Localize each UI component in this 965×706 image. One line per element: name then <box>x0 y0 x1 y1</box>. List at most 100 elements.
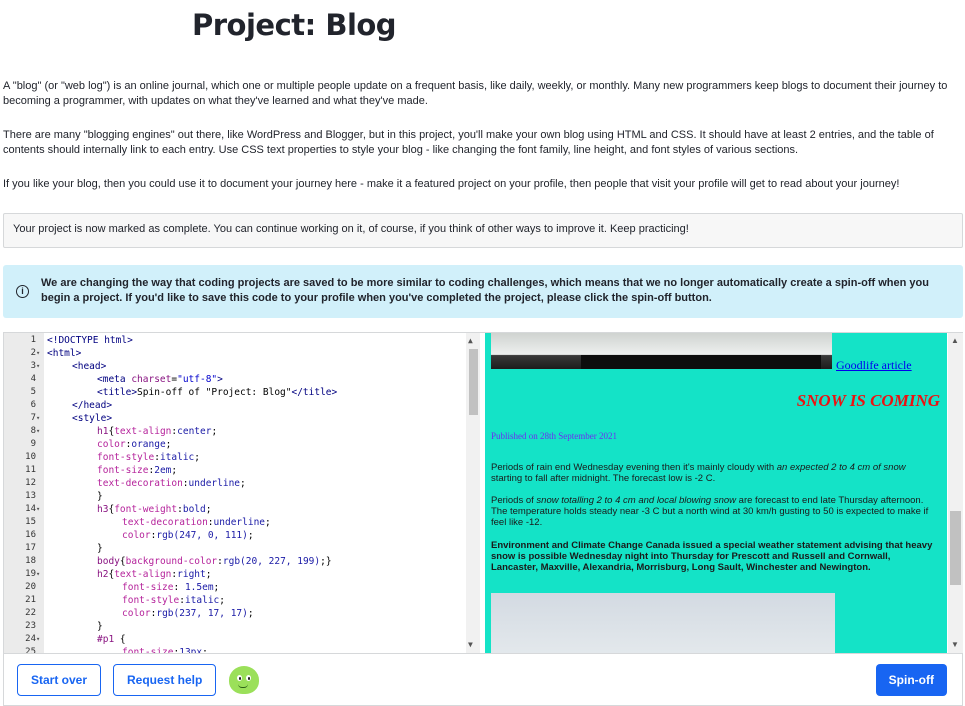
preview-scroll-thumb[interactable] <box>950 511 961 585</box>
code-text: text-decoration:underline; <box>122 517 271 528</box>
code-text: <html> <box>47 348 82 359</box>
editor-scrollbar[interactable]: ▲ ▼ <box>466 333 480 653</box>
fold-toggle-icon[interactable]: ▾ <box>36 360 44 373</box>
spin-off-button[interactable]: Spin-off <box>875 664 947 696</box>
code-line[interactable]: 16 color:rgb(247, 0, 111); <box>4 529 464 542</box>
code-line[interactable]: 10 font-style:italic; <box>4 451 464 464</box>
code-line[interactable]: 1 <!DOCTYPE html> <box>4 334 464 347</box>
code-text: <head> <box>72 361 107 372</box>
line-number: 4 <box>30 374 36 384</box>
intro-paragraph-2: There are many "blogging engines" out th… <box>3 129 934 156</box>
code-line[interactable]: 25 font-size:13px; <box>4 646 464 653</box>
code-text: font-style:italic; <box>97 452 200 463</box>
code-text: body{background-color:rgb(20, 227, 199);… <box>97 556 332 567</box>
preview-scroll-down-icon[interactable]: ▼ <box>951 640 959 649</box>
scroll-down-arrow-icon[interactable]: ▼ <box>468 640 473 649</box>
line-number: 5 <box>30 387 36 397</box>
output-preview[interactable]: Goodlife article SNOW IS COMING Publishe… <box>485 333 947 653</box>
line-number: 24 <box>25 634 36 644</box>
fold-toggle-icon[interactable]: ▾ <box>36 347 44 360</box>
editor-scroll-thumb[interactable] <box>469 349 478 415</box>
code-editor[interactable]: 1 <!DOCTYPE html> 2 ▾ <html> 3 ▾ <head> 4 <meta c… <box>4 333 482 653</box>
code-text: font-size: 1.5em; <box>122 582 220 593</box>
line-number: 8 <box>30 426 36 436</box>
code-line[interactable]: 12 text-decoration:underline; <box>4 477 464 490</box>
scroll-up-arrow-icon[interactable]: ▲ <box>468 336 473 345</box>
fold-toggle-icon[interactable]: ▾ <box>36 412 44 425</box>
line-number: 18 <box>25 556 36 566</box>
code-text: font-size:2em; <box>97 465 178 476</box>
request-help-button[interactable]: Request help <box>113 664 217 696</box>
code-line[interactable]: 6 </head> <box>4 399 464 412</box>
fold-toggle-icon[interactable]: ▾ <box>36 425 44 438</box>
preview-published-date: Published on 28th September 2021 <box>491 431 617 441</box>
preview-scrollbar[interactable]: ▲ ▼ <box>948 333 963 653</box>
info-notice: i We are changing the way that coding pr… <box>3 265 963 318</box>
code-text: <title>Spin-off of "Project: Blog"</titl… <box>97 387 338 398</box>
code-line[interactable]: 14 ▾ h3{font-weight:bold; <box>4 503 464 516</box>
code-line[interactable]: 2 ▾ <html> <box>4 347 464 360</box>
code-text: color:rgb(247, 0, 111); <box>122 530 254 541</box>
fold-toggle-icon[interactable]: ▾ <box>36 503 44 516</box>
code-line[interactable]: 3 ▾ <head> <box>4 360 464 373</box>
line-number: 17 <box>25 543 36 553</box>
start-over-button[interactable]: Start over <box>17 664 102 696</box>
fold-toggle-icon[interactable]: ▾ <box>36 633 44 646</box>
line-number: 13 <box>25 491 36 501</box>
line-number: 14 <box>25 504 36 514</box>
line-number: 20 <box>25 582 36 592</box>
code-text: color:orange; <box>97 439 172 450</box>
line-number: 12 <box>25 478 36 488</box>
line-number: 9 <box>30 439 36 449</box>
code-line[interactable]: 20 font-size: 1.5em; <box>4 581 464 594</box>
intro-paragraph-3: If you like your blog, then you could us… <box>3 178 900 190</box>
line-number: 10 <box>25 452 36 462</box>
line-number: 1 <box>30 335 36 345</box>
code-text: h2{text-align:right; <box>97 569 212 580</box>
code-text: } <box>97 621 103 632</box>
code-text: font-size:13px; <box>122 647 208 653</box>
fold-toggle-icon[interactable]: ▾ <box>36 568 44 581</box>
code-line[interactable]: 11 font-size:2em; <box>4 464 464 477</box>
code-text: } <box>97 543 103 554</box>
code-line[interactable]: 19 ▾ h2{text-align:right; <box>4 568 464 581</box>
code-line[interactable]: 4 <meta charset="utf-8"> <box>4 373 464 386</box>
code-text: } <box>97 491 103 502</box>
line-number: 25 <box>25 647 36 653</box>
code-line[interactable]: 5 <title>Spin-off of "Project: Blog"</tit… <box>4 386 464 399</box>
code-line[interactable]: 22 color:rgb(237, 17, 17); <box>4 607 464 620</box>
line-number: 22 <box>25 608 36 618</box>
code-line[interactable]: 7 ▾ <style> <box>4 412 464 425</box>
code-line[interactable]: 21 font-style:italic; <box>4 594 464 607</box>
code-line[interactable]: 9 color:orange; <box>4 438 464 451</box>
code-line[interactable]: 24 ▾ #p1 { <box>4 633 464 646</box>
code-text: <style> <box>72 413 113 424</box>
code-editor-panel: 1 <!DOCTYPE html> 2 ▾ <html> 3 ▾ <head> 4 <meta c… <box>3 332 963 706</box>
code-line[interactable]: 23} <box>4 620 464 633</box>
line-number: 3 <box>30 361 36 371</box>
line-number: 6 <box>30 400 36 410</box>
code-line[interactable]: 8 ▾ h1{text-align:center; <box>4 425 464 438</box>
info-circle-icon: i <box>16 285 29 298</box>
intro-paragraph-1: A "blog" (or "web log") is an online jou… <box>3 80 948 107</box>
line-number: 15 <box>25 517 36 527</box>
line-number: 21 <box>25 595 36 605</box>
code-text: <!DOCTYPE html> <box>47 335 133 346</box>
line-number: 11 <box>25 465 36 475</box>
avatar-icon <box>229 666 259 694</box>
code-line[interactable]: 18 body{background-color:rgb(20, 227, 199… <box>4 555 464 568</box>
preview-heading: SNOW IS COMING <box>796 391 940 410</box>
preview-scroll-up-icon[interactable]: ▲ <box>951 336 959 345</box>
editor-footer: Start over Request help Spin-off <box>4 653 962 705</box>
code-text: h3{font-weight:bold; <box>97 504 212 515</box>
code-text: <meta charset="utf-8"> <box>97 374 223 385</box>
code-text: #p1 { <box>97 634 126 645</box>
code-line[interactable]: 13} <box>4 490 464 503</box>
code-text: color:rgb(237, 17, 17); <box>122 608 254 619</box>
line-number: 16 <box>25 530 36 540</box>
goodlife-article-link[interactable]: Goodlife article <box>836 358 912 373</box>
code-line[interactable]: 17} <box>4 542 464 555</box>
line-number: 19 <box>25 569 36 579</box>
code-text: text-decoration:underline; <box>97 478 246 489</box>
code-line[interactable]: 15 text-decoration:underline; <box>4 516 464 529</box>
